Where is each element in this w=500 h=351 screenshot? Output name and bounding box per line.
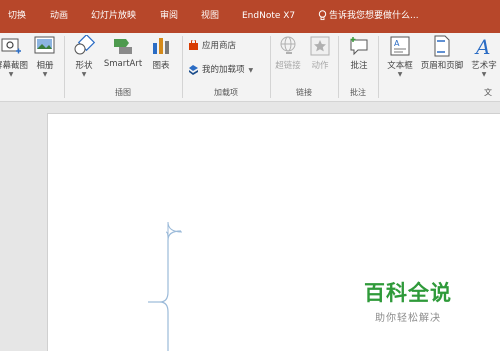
chevron-down-icon: ▼ [42, 71, 48, 78]
watermark-logo: 百科全说 助你轻松解决 [353, 277, 463, 324]
hyperlink-icon [280, 36, 296, 54]
photo-album-button[interactable]: 相册 ▼ [32, 35, 58, 79]
my-addins-button[interactable]: 我的加载项 ▼ [188, 63, 253, 77]
tell-me-box[interactable]: 告诉我您想要做什么... [318, 0, 419, 33]
chart-icon [153, 38, 169, 54]
lightbulb-icon [318, 10, 327, 21]
chevron-down-icon: ▼ [397, 71, 403, 78]
illustrations-group-label: 插图 [115, 88, 131, 97]
comment-icon [350, 37, 368, 56]
ribbon: 屏幕截图 ▼ 相册 ▼ 形状 ▼ SmartArt 图表 [0, 33, 500, 102]
tab-transitions[interactable]: 切换 [8, 0, 26, 33]
svg-text:A: A [474, 35, 490, 57]
wordart-button[interactable]: A 艺术字 ▼ [469, 35, 499, 79]
new-comment-button[interactable]: 批注 [344, 35, 374, 71]
store-icon [189, 40, 198, 50]
shapes-icon [74, 35, 95, 55]
smartart-button[interactable]: SmartArt [101, 35, 145, 69]
screenshot-label: 屏幕截图 [0, 61, 29, 71]
screenshot-button[interactable]: 屏幕截图 ▼ [0, 35, 28, 79]
chart-button[interactable]: 图表 [148, 35, 174, 71]
screenshot-icon [1, 38, 21, 54]
store-button[interactable]: 应用商店 [188, 39, 236, 53]
tab-animations[interactable]: 动画 [50, 0, 68, 33]
links-group-label: 链接 [296, 88, 312, 97]
shapes-button[interactable]: 形状 ▼ [70, 35, 98, 79]
my-addins-icon [189, 65, 198, 75]
addins-group-label: 加载项 [214, 88, 238, 97]
textbox-icon: A [390, 36, 410, 56]
smartart-icon [114, 39, 132, 54]
watermark-subtitle: 助你轻松解决 [375, 313, 441, 324]
hyperlink-button[interactable]: 超链接 [273, 35, 303, 71]
watermark-title: 百科全说 [364, 281, 452, 305]
smartart-label: SmartArt [103, 59, 143, 69]
wordart-icon: A [474, 35, 490, 57]
action-label: 动作 [311, 61, 329, 71]
textbox-button[interactable]: A 文本框 ▼ [384, 35, 416, 79]
hyperlink-label: 超链接 [275, 61, 301, 71]
header-footer-button[interactable]: 页眉和页脚 [418, 35, 466, 71]
store-label: 应用商店 [202, 41, 237, 51]
text-group-label: 文 [484, 88, 492, 97]
chevron-down-icon: ▼ [81, 71, 87, 78]
tab-review[interactable]: 审阅 [160, 0, 178, 33]
photo-album-icon [34, 36, 55, 54]
ribbon-tab-bar: 切换 动画 幻灯片放映 审阅 视图 EndNote X7 告诉我您想要做什么..… [0, 0, 500, 33]
comment-label: 批注 [350, 61, 368, 71]
wordart-label: 艺术字 [471, 61, 497, 71]
action-star-icon [310, 36, 330, 56]
tab-endnote[interactable]: EndNote X7 [242, 0, 295, 33]
header-footer-label: 页眉和页脚 [420, 61, 464, 71]
tab-slideshow[interactable]: 幻灯片放映 [91, 0, 136, 33]
header-footer-icon [434, 35, 450, 57]
chevron-down-icon: ▼ [481, 71, 487, 78]
shapes-label: 形状 [75, 61, 93, 71]
comments-group-label: 批注 [350, 88, 366, 97]
chevron-down-icon: ▼ [8, 71, 14, 78]
svg-text:A: A [394, 39, 400, 48]
tell-me-text: 告诉我您想要做什么... [329, 11, 419, 21]
photo-album-label: 相册 [36, 61, 54, 71]
action-button[interactable]: 动作 [307, 35, 333, 71]
chart-label: 图表 [152, 61, 170, 71]
group-divider [378, 36, 379, 98]
brace-shape[interactable] [48, 114, 188, 351]
textbox-label: 文本框 [387, 61, 413, 71]
chevron-down-icon: ▼ [248, 67, 254, 74]
tab-view[interactable]: 视图 [201, 0, 219, 33]
my-addins-label: 我的加载项 [202, 65, 245, 75]
